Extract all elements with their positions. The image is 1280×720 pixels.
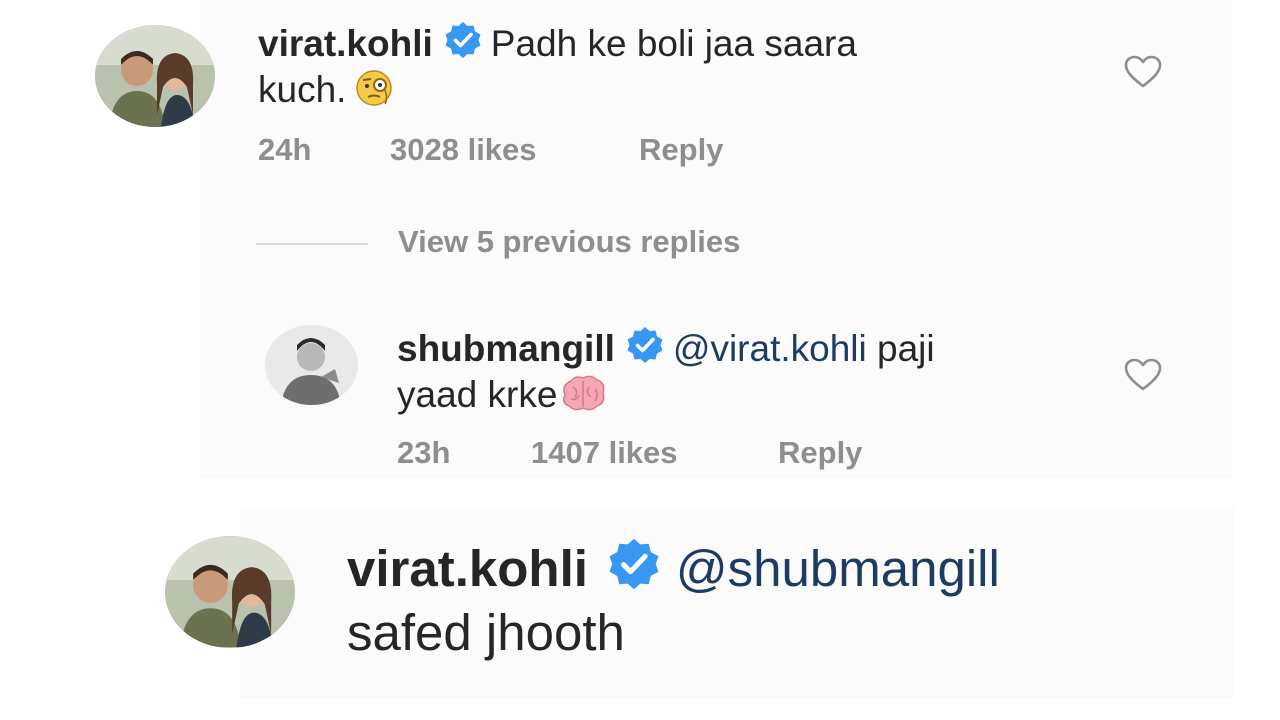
verified-badge-icon (625, 325, 665, 365)
avatar[interactable] (165, 536, 295, 648)
comment-text-line2: yaad krke (397, 374, 558, 415)
comment-body: shubmangill @virat.kohli paji yaad krke (397, 325, 1097, 424)
comment-text-line2: safed jhooth (347, 604, 625, 661)
view-replies-label[interactable]: View 5 previous replies (398, 224, 740, 260)
comment-text: Padh ke boli jaa saara (490, 23, 857, 64)
username[interactable]: virat.kohli (258, 23, 433, 64)
verified-badge-icon (606, 536, 662, 592)
avatar-photo (165, 536, 295, 648)
brain-icon (559, 373, 607, 424)
avatar[interactable] (265, 325, 358, 405)
comment-meta: 23h 1407 likes Reply (397, 435, 997, 475)
avatar-photo (95, 25, 215, 127)
comment-body: virat.kohli Padh ke boli jaa saara kuch. (258, 20, 1078, 119)
likes-count[interactable]: 3028 likes (390, 132, 537, 168)
face-with-monocle-icon (354, 68, 394, 119)
comment-body: virat.kohli @shubmangill safed jhooth (347, 536, 1207, 665)
username[interactable]: virat.kohli (347, 540, 588, 597)
timestamp[interactable]: 23h (397, 435, 450, 471)
mention-link[interactable]: @virat.kohli (673, 328, 867, 369)
likes-count[interactable]: 1407 likes (531, 435, 678, 471)
avatar[interactable] (95, 25, 215, 127)
reply-button[interactable]: Reply (639, 132, 723, 168)
comment-meta: 24h 3028 likes Reply (258, 132, 858, 172)
timestamp[interactable]: 24h (258, 132, 311, 168)
mention-link[interactable]: @shubmangill (676, 540, 1000, 597)
comment-text-line2: kuch. (258, 69, 347, 110)
divider (256, 243, 368, 245)
verified-badge-icon (443, 20, 483, 60)
username[interactable]: shubmangill (397, 328, 615, 369)
like-heart-icon[interactable] (1123, 358, 1163, 392)
reply-button[interactable]: Reply (778, 435, 862, 471)
avatar-photo (265, 325, 358, 405)
like-heart-icon[interactable] (1123, 55, 1163, 89)
comment-text: paji (877, 328, 935, 369)
